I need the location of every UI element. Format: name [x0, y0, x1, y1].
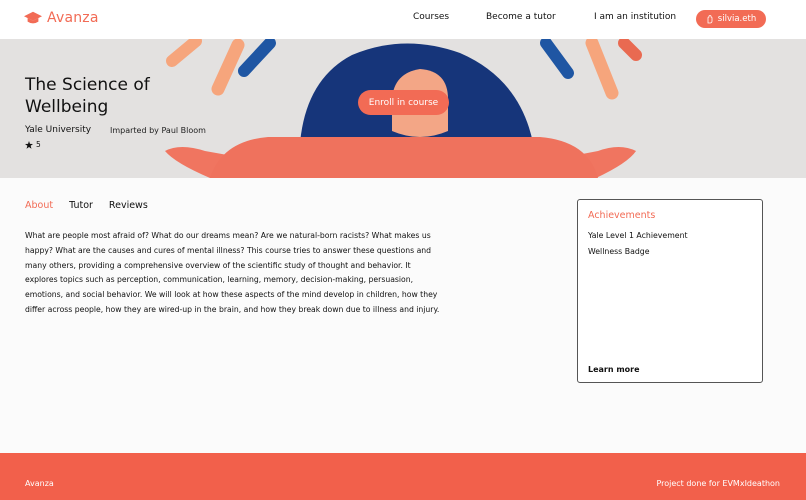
- nav-institution[interactable]: I am an institution: [594, 12, 676, 22]
- achievement-item: Wellness Badge: [588, 247, 650, 256]
- tab-tutor[interactable]: Tutor: [69, 200, 93, 211]
- top-navigation-bar: Avanza Courses Become a tutor I am an in…: [0, 0, 806, 39]
- course-rating: 5: [25, 140, 41, 149]
- tab-reviews[interactable]: Reviews: [109, 200, 148, 211]
- learn-more-link[interactable]: Learn more: [588, 365, 640, 374]
- footer-brand: Avanza: [25, 479, 54, 488]
- course-details: About Tutor Reviews What are people most…: [0, 178, 806, 453]
- about-description: What are people most afraid of? What do …: [25, 231, 440, 314]
- graduation-cap-icon: [24, 11, 42, 24]
- tab-about[interactable]: About: [25, 200, 53, 211]
- brand-logo[interactable]: Avanza: [24, 9, 99, 27]
- hand-icon: [707, 14, 713, 23]
- wallet-address: silvia.eth: [717, 14, 757, 24]
- rating-value: 5: [36, 140, 41, 149]
- nav-become-tutor[interactable]: Become a tutor: [486, 12, 556, 22]
- course-title: The Science of Wellbeing: [25, 75, 150, 117]
- wallet-button[interactable]: silvia.eth: [696, 10, 766, 28]
- course-tabs: About Tutor Reviews: [25, 200, 148, 211]
- nav-courses[interactable]: Courses: [413, 12, 449, 22]
- achievement-item: Yale Level 1 Achievement: [588, 231, 688, 240]
- enroll-button[interactable]: Enroll in course: [358, 90, 449, 115]
- course-university: Yale University: [25, 125, 92, 135]
- course-hero-banner: The Science of Wellbeing Yale University…: [0, 39, 806, 178]
- star-icon: [25, 140, 33, 149]
- footer: Avanza Project done for EVMxIdeathon: [0, 453, 806, 500]
- achievements-title: Achievements: [588, 210, 656, 221]
- footer-credit: Project done for EVMxIdeathon: [656, 479, 780, 488]
- brand-name: Avanza: [47, 10, 99, 26]
- achievements-panel: Achievements Yale Level 1 Achievement We…: [577, 199, 763, 383]
- course-tutor: Imparted by Paul Bloom: [110, 126, 206, 135]
